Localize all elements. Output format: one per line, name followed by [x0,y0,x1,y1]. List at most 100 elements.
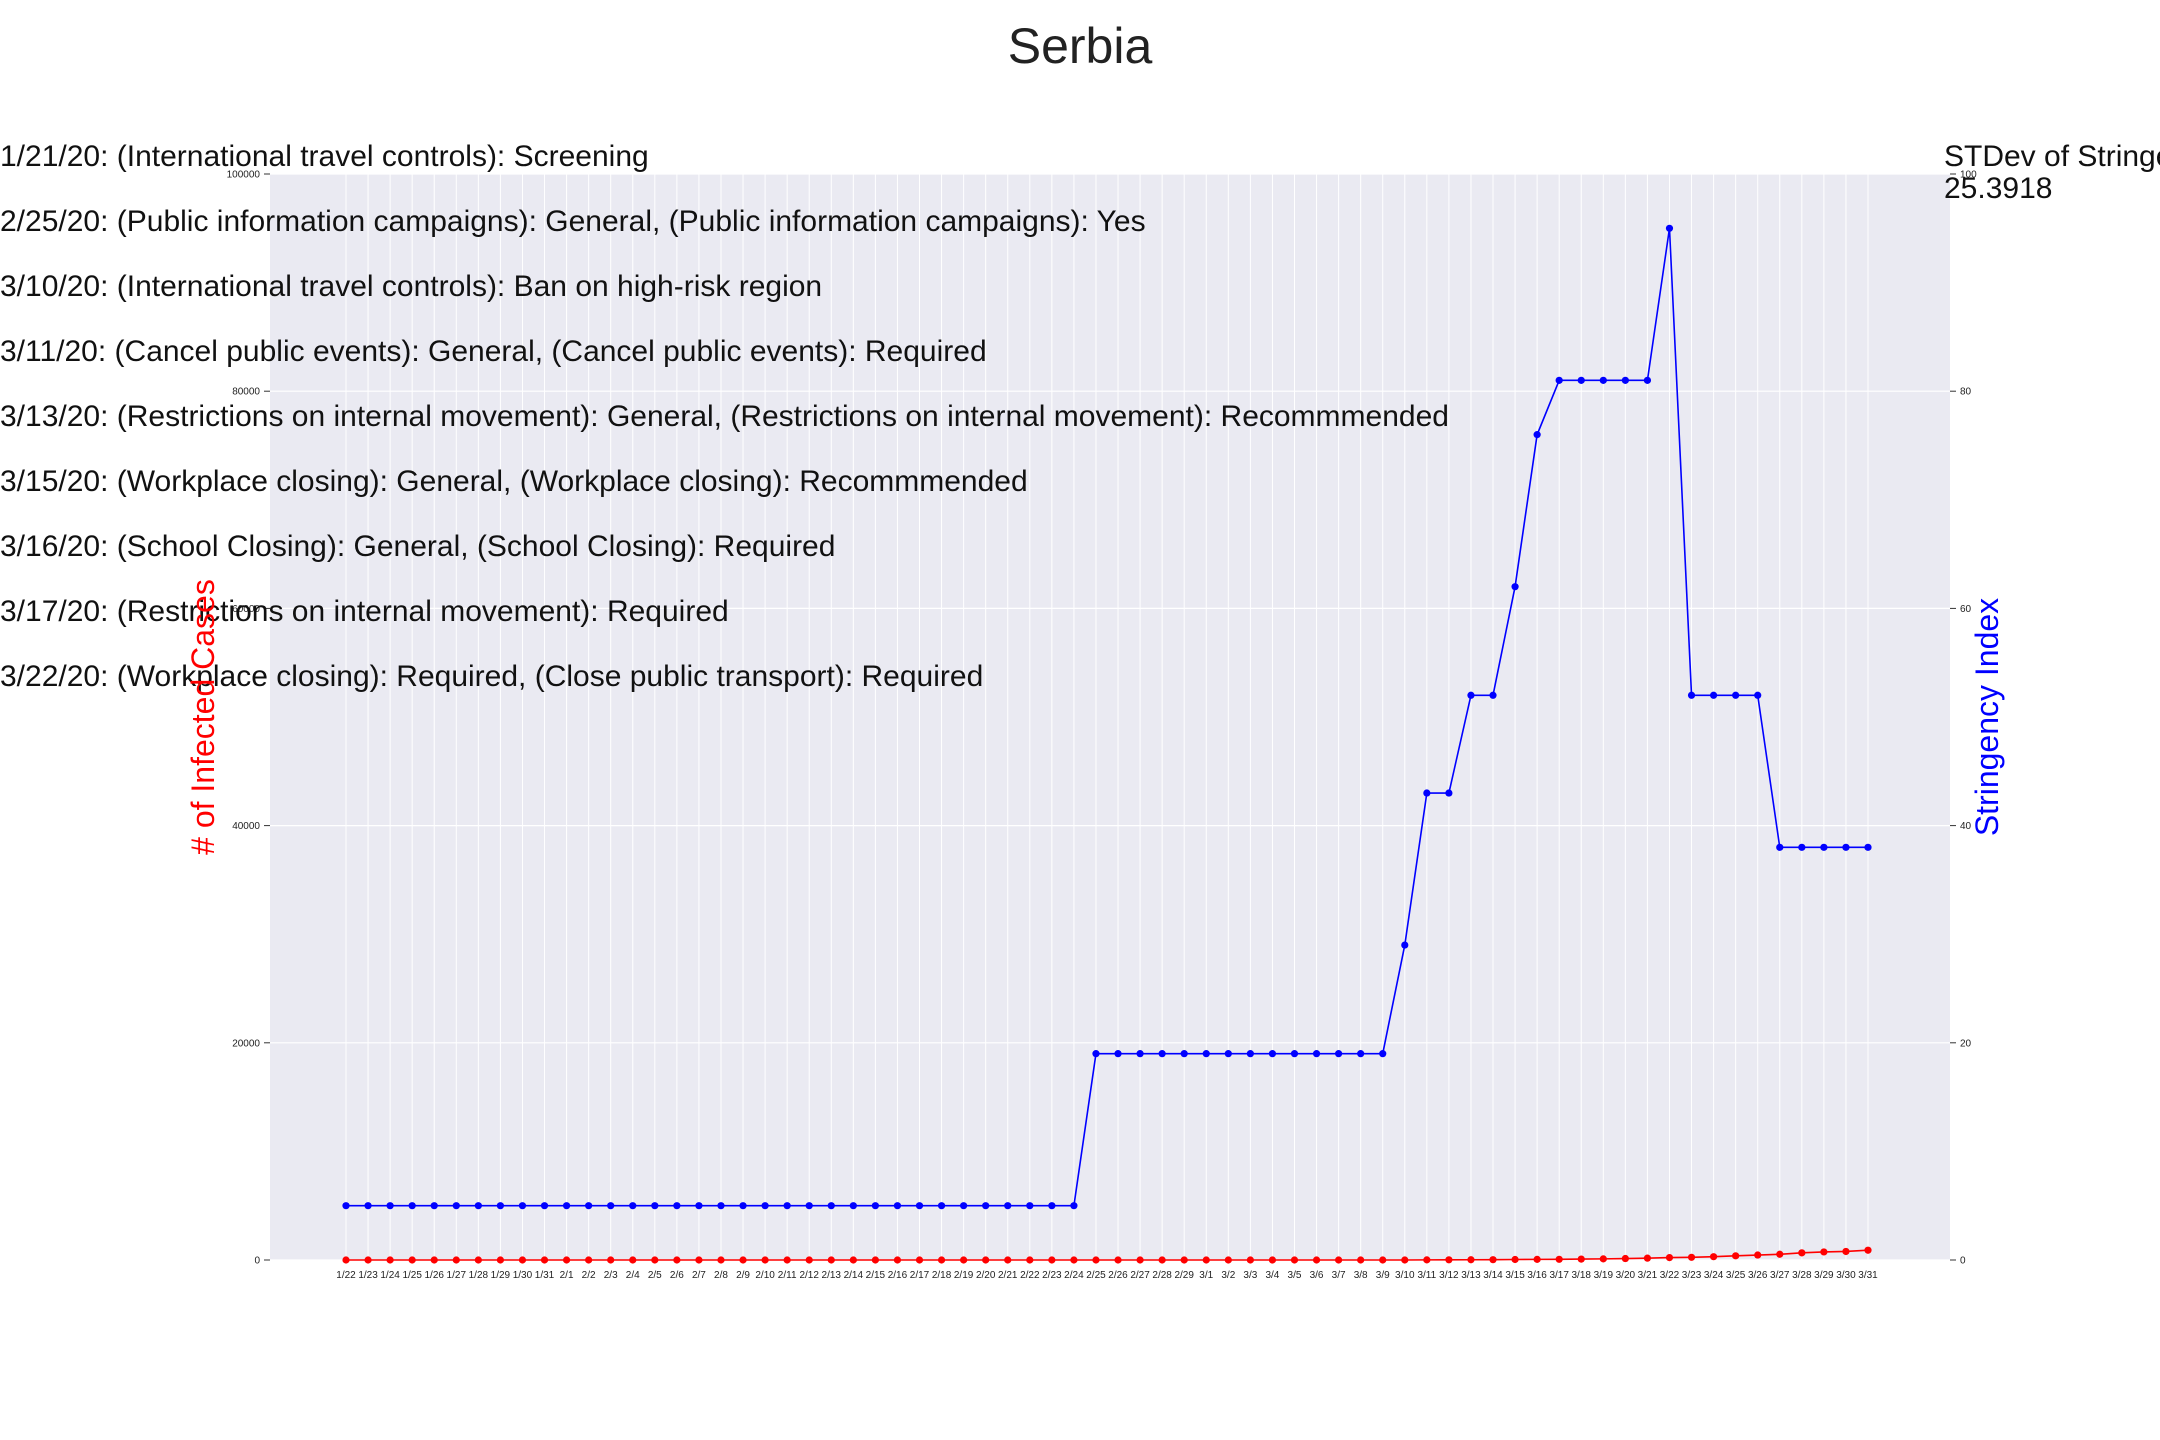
right-series-point [1158,1050,1166,1058]
x-tick-label: 2/15 [866,1270,886,1281]
x-tick-label: 2/14 [844,1270,864,1281]
right-series-point [1423,789,1431,797]
right-series-point [452,1202,460,1210]
left-series-point [651,1256,659,1264]
left-series-point [783,1256,791,1264]
x-tick-label: 3/13 [1461,1270,1481,1281]
x-tick-label: 2/21 [998,1270,1018,1281]
left-series-point [1621,1254,1629,1263]
right-series-point [1092,1050,1100,1058]
right-series-point [1555,376,1563,384]
x-tick-label: 3/17 [1549,1270,1569,1281]
right-series-point [1732,691,1740,699]
x-tick-label: 1/30 [513,1270,533,1281]
x-tick-label: 2/3 [604,1270,618,1281]
x-tick-label: 3/30 [1836,1270,1856,1281]
left-series-point [761,1256,769,1264]
x-tick-label: 2/13 [822,1270,842,1281]
right-series-point [1665,224,1674,232]
x-tick-label: 2/8 [714,1270,728,1281]
right-series-point [871,1202,879,1210]
right-series-point [1004,1202,1012,1210]
left-series-point [1180,1256,1188,1264]
left-series-point [1709,1253,1718,1261]
left-series-point [1158,1256,1166,1264]
right-series-point [1511,583,1519,591]
y-right-tick-label: 20 [1960,1038,1972,1049]
policy-annotation: 2/25/20: (Public information campaigns):… [0,205,1146,238]
right-series-point [1246,1050,1254,1058]
x-tick-label: 3/11 [1417,1270,1436,1281]
left-series-point [827,1256,835,1264]
x-tick-label: 2/24 [1064,1270,1084,1281]
x-tick-label: 2/20 [976,1270,996,1281]
left-series-point [607,1256,615,1264]
left-series-point [364,1256,372,1264]
policy-annotation: 3/11/20: (Cancel public events): General… [0,335,987,368]
left-series-point [1776,1250,1784,1258]
left-series-point [629,1256,637,1264]
right-series-point [1467,691,1475,699]
left-series-point [1511,1255,1519,1264]
policy-annotation: 3/17/20: (Restrictions on internal movem… [0,595,729,628]
right-series-point [1357,1050,1365,1058]
left-series-point [915,1256,924,1264]
right-series-point [386,1202,394,1210]
left-series-point [1423,1256,1431,1264]
x-tick-label: 2/10 [755,1270,775,1281]
x-tick-label: 3/16 [1527,1270,1547,1281]
left-series-point [408,1256,416,1264]
left-series-point [1555,1255,1563,1263]
x-tick-label: 3/21 [1638,1270,1658,1281]
left-series-point [1335,1256,1343,1264]
left-series-point [1092,1256,1100,1264]
left-series-point [1687,1253,1696,1261]
right-series-point [960,1202,968,1210]
left-series-point [474,1256,482,1264]
right-series-point [585,1202,593,1210]
y-left-tick-label: 0 [254,1256,260,1267]
x-tick-label: 3/5 [1288,1270,1302,1281]
right-series-point [805,1202,813,1210]
x-tick-label: 3/22 [1660,1270,1680,1281]
right-series-point [1312,1050,1321,1058]
right-series-point [1048,1202,1056,1210]
x-tick-label: 2/22 [1020,1270,1040,1281]
left-series-point [1004,1256,1012,1264]
right-series-point [1754,691,1762,699]
left-series-point [1643,1254,1652,1262]
left-series-point [1312,1256,1321,1264]
x-tick-label: 2/18 [932,1270,952,1281]
right-series-point [1577,376,1585,384]
right-series-point [849,1202,857,1210]
x-tick-label: 1/31 [535,1270,555,1281]
x-tick-label: 2/5 [648,1270,662,1281]
left-series-point [1070,1256,1078,1264]
right-series-point [717,1202,725,1210]
x-tick-label: 3/24 [1704,1270,1724,1281]
left-series-point [1290,1256,1299,1264]
left-series-point [540,1256,549,1264]
right-series-point [496,1202,505,1210]
chart-title: Serbia [1008,18,1153,74]
x-tick-label: 3/15 [1505,1270,1525,1281]
left-series-point [1754,1251,1762,1259]
left-series-point [1048,1256,1056,1264]
left-series-point [1864,1246,1872,1254]
right-series-point [651,1202,659,1210]
x-tick-label: 2/19 [954,1270,974,1281]
left-series-point [717,1256,725,1264]
x-tick-label: 2/26 [1108,1270,1128,1281]
left-series-point [518,1256,527,1264]
right-series-point [607,1202,615,1210]
left-series-point [1599,1255,1607,1263]
left-series-point [1136,1256,1144,1264]
x-tick-label: 2/17 [910,1270,930,1281]
x-tick-label: 1/26 [424,1270,444,1281]
x-tick-label: 3/6 [1310,1270,1324,1281]
right-series-point [408,1202,416,1210]
x-tick-label: 2/28 [1152,1270,1172,1281]
x-tick-label: 3/19 [1594,1270,1614,1281]
x-tick-label: 3/26 [1748,1270,1768,1281]
x-tick-label: 2/9 [736,1270,750,1281]
